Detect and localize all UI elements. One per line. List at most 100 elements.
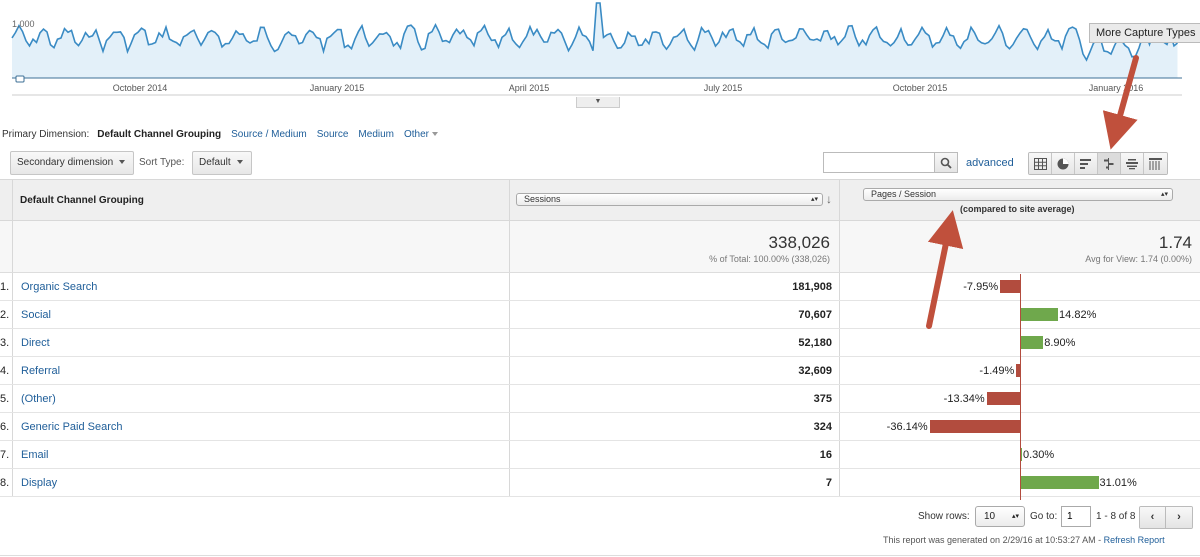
primary-dimension-bar: Primary Dimension: Default Channel Group… bbox=[2, 127, 448, 141]
previous-page-button[interactable]: ‹ bbox=[1140, 507, 1166, 528]
channel-link[interactable]: Generic Paid Search bbox=[21, 421, 123, 433]
channel-link[interactable]: Referral bbox=[21, 365, 60, 377]
show-rows-select[interactable]: 10 ▴▾ bbox=[975, 506, 1025, 527]
delta-percent: 0.30% bbox=[1023, 449, 1055, 461]
row-index: 1. bbox=[0, 281, 10, 293]
comparison-view-icon bbox=[1104, 157, 1114, 170]
channel-link[interactable]: Organic Search bbox=[21, 281, 97, 293]
column-divider bbox=[839, 441, 840, 468]
comparison-axis bbox=[1020, 274, 1021, 500]
sort-type-dropdown[interactable]: Default bbox=[192, 151, 252, 175]
sort-type-value: Default bbox=[199, 157, 231, 168]
primary-dimension-active: Default Channel Grouping bbox=[97, 128, 222, 140]
term-cloud-view-icon bbox=[1126, 158, 1138, 169]
dimension-link-source[interactable]: Source bbox=[317, 129, 349, 140]
column-divider bbox=[12, 221, 13, 272]
column-divider bbox=[12, 357, 13, 384]
sessions-value: 70,607 bbox=[798, 309, 832, 321]
updown-arrows-icon: ▴▾ bbox=[1011, 513, 1019, 520]
positive-delta-bar bbox=[1021, 308, 1059, 321]
table-search-input[interactable] bbox=[823, 152, 935, 173]
pie-view-button[interactable] bbox=[1052, 153, 1075, 174]
delta-percent: 31.01% bbox=[1099, 477, 1137, 489]
column-divider bbox=[12, 469, 13, 496]
sessions-value: 7 bbox=[825, 477, 832, 489]
sessions-value: 324 bbox=[813, 421, 832, 433]
column-divider bbox=[839, 357, 840, 384]
x-tick-label: October 2015 bbox=[892, 83, 948, 93]
column-divider bbox=[509, 357, 510, 384]
channel-link[interactable]: Display bbox=[21, 477, 57, 489]
delta-percent: 8.90% bbox=[1044, 337, 1076, 349]
x-tick-label: April 2015 bbox=[508, 83, 550, 93]
dimension-link-other-label: Other bbox=[404, 128, 430, 140]
row-index: 2. bbox=[0, 309, 10, 321]
delta-percent: 14.82% bbox=[1059, 309, 1097, 321]
row-index: 4. bbox=[0, 365, 10, 377]
x-tick-label: January 2016 bbox=[1088, 83, 1144, 93]
column-divider bbox=[509, 329, 510, 356]
term-cloud-view-button[interactable] bbox=[1121, 153, 1144, 174]
search-button[interactable] bbox=[934, 152, 958, 173]
refresh-report-link[interactable]: Refresh Report bbox=[1104, 535, 1165, 545]
report-generated-note: This report was generated on 2/29/16 at … bbox=[883, 535, 1165, 545]
comparison-view-button[interactable] bbox=[1098, 153, 1121, 174]
column-divider bbox=[509, 221, 510, 272]
positive-delta-bar bbox=[1021, 476, 1099, 489]
advanced-filter-link[interactable]: advanced bbox=[966, 157, 1014, 169]
delta-percent: -1.49% bbox=[979, 365, 1015, 377]
column-divider bbox=[839, 385, 840, 412]
chart-collapse-toggle[interactable]: ▼ bbox=[576, 97, 620, 108]
sort-type-label: Sort Type: bbox=[139, 157, 185, 168]
trend-line-plot bbox=[11, 2, 1182, 96]
dimension-column-header[interactable]: Default Channel Grouping bbox=[20, 195, 144, 206]
sessions-trend-chart: 1,000 October 2014 January 2015 April 2015… bbox=[0, 0, 1200, 110]
column-divider bbox=[509, 301, 510, 328]
delta-percent: -13.34% bbox=[943, 393, 985, 405]
table-view-button[interactable] bbox=[1029, 153, 1052, 174]
metric-selector-pages-session[interactable]: Pages / Session ▴▾ bbox=[863, 188, 1173, 201]
average-pages-session-view: Avg for View: 1.74 (0.00%) bbox=[1085, 254, 1192, 264]
total-sessions-percent: % of Total: 100.00% (338,026) bbox=[709, 254, 830, 264]
column-divider bbox=[12, 329, 13, 356]
show-rows-label: Show rows: bbox=[918, 511, 970, 522]
next-page-button[interactable]: › bbox=[1166, 507, 1192, 528]
performance-view-button[interactable] bbox=[1075, 153, 1098, 174]
channel-link[interactable]: Direct bbox=[21, 337, 50, 349]
table-header-row: Default Channel Grouping Sessions ▴▾ ↓ (c… bbox=[0, 179, 1200, 221]
column-divider bbox=[839, 301, 840, 328]
search-icon bbox=[940, 157, 952, 169]
sessions-value: 52,180 bbox=[798, 337, 832, 349]
dimension-link-other[interactable]: Other bbox=[404, 128, 439, 140]
sort-descending-icon[interactable]: ↓ bbox=[826, 192, 832, 206]
sessions-value: 181,908 bbox=[792, 281, 832, 293]
metric-selector-sessions[interactable]: Sessions ▴▾ bbox=[516, 193, 823, 206]
report-generated-text: This report was generated on 2/29/16 at … bbox=[883, 535, 1104, 545]
channel-link[interactable]: (Other) bbox=[21, 393, 56, 405]
total-sessions: 338,026 bbox=[768, 233, 830, 252]
page-nav-buttons: ‹ › bbox=[1139, 506, 1193, 529]
pivot-view-button[interactable] bbox=[1144, 153, 1167, 174]
pivot-view-icon bbox=[1149, 157, 1162, 170]
delta-percent: -36.14% bbox=[886, 421, 928, 433]
pagination: Show rows: 10 ▴▾ Go to: 1 - 8 of 8 ‹ › bbox=[0, 505, 1200, 529]
channel-link[interactable]: Email bbox=[21, 449, 49, 461]
delta-percent: -7.95% bbox=[963, 281, 999, 293]
annotation-marker-icon[interactable] bbox=[15, 75, 25, 83]
column-divider bbox=[839, 180, 840, 220]
goto-page-input[interactable] bbox=[1061, 506, 1091, 527]
table-toolbar: Secondary dimension Sort Type: Default a… bbox=[0, 151, 1200, 179]
dimension-link-medium[interactable]: Medium bbox=[358, 129, 394, 140]
y-axis-label: 1,000 bbox=[12, 19, 35, 29]
secondary-dimension-label: Secondary dimension bbox=[17, 157, 114, 168]
show-rows-value: 10 bbox=[984, 511, 996, 522]
view-type-buttons bbox=[1028, 152, 1168, 175]
secondary-dimension-dropdown[interactable]: Secondary dimension bbox=[10, 151, 134, 175]
totals-row: 338,026 % of Total: 100.00% (338,026) 1.… bbox=[0, 221, 1200, 273]
channel-link[interactable]: Social bbox=[21, 309, 51, 321]
column-divider bbox=[839, 221, 840, 272]
column-divider bbox=[509, 385, 510, 412]
dimension-link-source-medium[interactable]: Source / Medium bbox=[231, 129, 307, 140]
column-divider bbox=[12, 180, 13, 220]
column-divider bbox=[839, 329, 840, 356]
